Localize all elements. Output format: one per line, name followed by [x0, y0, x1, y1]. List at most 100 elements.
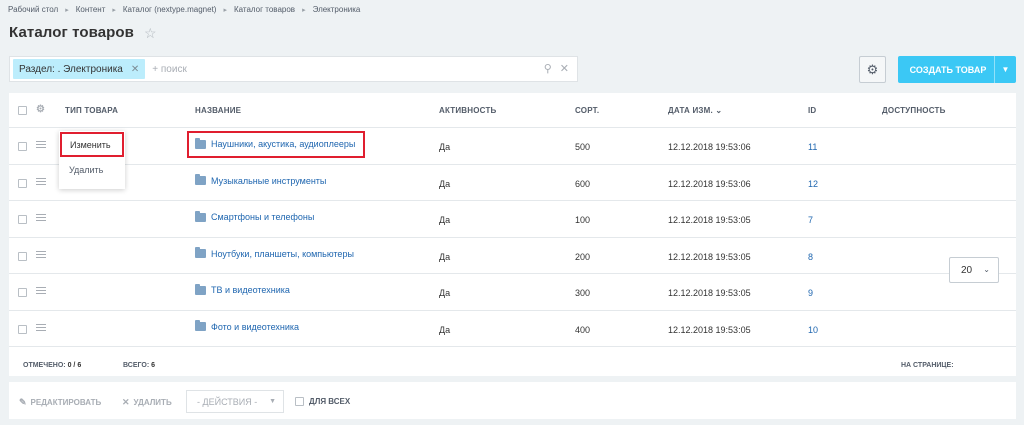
row-checkbox[interactable] [18, 178, 27, 188]
column-header-date-label: ДАТА ИЗМ. [668, 106, 713, 115]
chevron-down-icon: ▼ [269, 398, 276, 405]
table-row[interactable]: Ноутбуки, планшеты, компьютеры Да 200 12… [9, 238, 1016, 274]
per-page-select[interactable]: 20 ⌄ [949, 257, 999, 283]
row-id[interactable]: 9 [808, 288, 813, 298]
column-header-type[interactable]: ТИП ТОВАРА [65, 106, 118, 115]
menu-icon[interactable] [36, 250, 46, 260]
menu-icon[interactable] [36, 214, 46, 223]
row-active: Да [439, 142, 451, 152]
close-icon[interactable]: ✕ [131, 64, 139, 75]
chevron-down-icon[interactable]: ▼ [994, 56, 1016, 83]
table-footer: ОТМЕЧЕНО: 0 / 6 ВСЕГО: 6 НА СТРАНИЦЕ: [9, 347, 1016, 376]
menu-icon[interactable] [36, 323, 46, 333]
row-date: 12.12.2018 19:53:05 [668, 251, 751, 262]
per-page-value: 20 [961, 264, 973, 276]
table-row[interactable]: Наушники, акустика, аудиоплееры Да 500 1… [9, 128, 1016, 165]
star-icon[interactable]: ☆ [144, 26, 157, 40]
column-header-name[interactable]: НАЗВАНИЕ [195, 106, 241, 115]
row-date: 12.12.2018 19:53:05 [668, 215, 751, 225]
row-name[interactable]: Ноутбуки, планшеты, компьютеры [211, 249, 354, 259]
row-id[interactable]: 10 [808, 325, 818, 335]
product-table: ⚙ ТИП ТОВАРА НАЗВАНИЕ АКТИВНОСТЬ СОРТ. Д… [9, 93, 1016, 376]
row-name[interactable]: Фото и видеотехника [211, 322, 299, 332]
row-id[interactable]: 7 [808, 215, 813, 225]
row-active: Да [439, 288, 451, 298]
actions-label: - ДЕЙСТВИЯ - [197, 396, 258, 407]
delete-button[interactable]: ✕ УДАЛИТЬ [122, 397, 172, 408]
menu-item-edit[interactable]: Изменить [60, 132, 124, 157]
edit-button[interactable]: ✎ РЕДАКТИРОВАТЬ [19, 397, 101, 408]
search-filter[interactable]: Раздел: . Электроника ✕ + поиск ⚲ ✕ [9, 56, 578, 82]
actions-select[interactable]: - ДЕЙСТВИЯ - ▼ [186, 390, 284, 413]
row-active: Да [439, 215, 451, 225]
name-cell[interactable]: Наушники, акустика, аудиоплееры [195, 137, 355, 149]
create-product-button[interactable]: СОЗДАТЬ ТОВАР ▼ [898, 56, 1016, 83]
row-id[interactable]: 11 [808, 142, 817, 152]
row-sort: 400 [575, 324, 591, 335]
context-menu: Изменить Удалить [59, 131, 125, 189]
row-sort: 300 [575, 288, 591, 298]
menu-item-delete[interactable]: Удалить [69, 165, 103, 175]
delete-label: УДАЛИТЬ [133, 398, 172, 407]
column-header-active[interactable]: АКТИВНОСТЬ [439, 106, 497, 115]
filter-tag[interactable]: Раздел: . Электроника ✕ [13, 59, 146, 79]
menu-icon[interactable] [36, 141, 46, 150]
table-row[interactable]: Музыкальные инструменты Да 600 12.12.201… [9, 165, 1016, 201]
table-row[interactable]: Фото и видеотехника Да 400 12.12.2018 19… [9, 311, 1016, 347]
row-name[interactable]: Смартфоны и телефоны [211, 212, 314, 222]
folder-icon [195, 283, 206, 295]
row-checkbox[interactable] [18, 215, 27, 224]
column-header-id[interactable]: ID [808, 106, 816, 115]
name-cell[interactable]: Фото и видеотехника [195, 320, 299, 332]
row-name[interactable]: Музыкальные инструменты [211, 176, 326, 186]
filter-tag-label: Раздел: . Электроника [19, 63, 123, 75]
menu-icon[interactable] [36, 287, 46, 296]
row-checkbox[interactable] [18, 324, 27, 334]
row-id[interactable]: 8 [808, 252, 813, 262]
row-active: Да [439, 178, 451, 189]
breadcrumb-item[interactable]: Электроника [313, 5, 361, 14]
breadcrumb-item[interactable]: Рабочий стол [8, 5, 58, 14]
row-name[interactable]: Наушники, акустика, аудиоплееры [211, 139, 355, 149]
row-id[interactable]: 12 [808, 179, 818, 189]
gear-icon[interactable]: ⚙ [36, 104, 45, 115]
breadcrumb-item[interactable]: Контент [76, 5, 106, 14]
table-row[interactable]: Смартфоны и телефоны Да 100 12.12.2018 1… [9, 201, 1016, 238]
folder-icon [195, 320, 206, 331]
row-name[interactable]: ТВ и видеотехника [211, 285, 290, 295]
menu-icon[interactable] [36, 177, 46, 187]
for-all-checkbox[interactable] [295, 397, 304, 406]
edit-label: РЕДАКТИРОВАТЬ [30, 398, 102, 407]
name-cell[interactable]: Ноутбуки, планшеты, компьютеры [195, 247, 354, 259]
name-cell[interactable]: ТВ и видеотехника [195, 283, 290, 295]
chevron-right-icon: ▸ [112, 6, 116, 14]
search-input[interactable]: + поиск [152, 64, 187, 75]
settings-button[interactable]: ⚙ [859, 56, 886, 83]
for-all-toggle[interactable]: ДЛЯ ВСЕХ [295, 397, 350, 406]
column-header-availability[interactable]: ДОСТУПНОСТЬ [882, 106, 946, 115]
close-icon: ✕ [122, 397, 130, 407]
clear-icon[interactable]: ✕ [560, 62, 569, 75]
name-cell[interactable]: Музыкальные инструменты [195, 174, 326, 186]
table-row[interactable]: ТВ и видеотехника Да 300 12.12.2018 19:5… [9, 274, 1016, 311]
selected-value: 0 / 6 [67, 362, 82, 369]
row-sort: 500 [575, 142, 591, 152]
chevron-down-icon: ⌄ [715, 106, 723, 115]
name-cell[interactable]: Смартфоны и телефоны [195, 210, 314, 222]
for-all-label: ДЛЯ ВСЕХ [309, 397, 351, 406]
breadcrumb-item[interactable]: Каталог товаров [234, 5, 295, 14]
breadcrumb-item[interactable]: Каталог (nextype.magnet) [123, 5, 217, 14]
total-label: ВСЕГО: [123, 362, 150, 369]
row-active: Да [439, 324, 451, 335]
row-checkbox[interactable] [18, 251, 27, 261]
gear-icon: ⚙ [866, 61, 879, 77]
column-header-sort[interactable]: СОРТ. [575, 106, 599, 115]
column-header-date[interactable]: ДАТА ИЗМ. ⌄ [668, 106, 722, 115]
row-checkbox[interactable] [18, 288, 27, 297]
table-header: ⚙ ТИП ТОВАРА НАЗВАНИЕ АКТИВНОСТЬ СОРТ. Д… [9, 93, 1016, 128]
row-active: Да [439, 251, 451, 262]
search-icon[interactable]: ⚲ [544, 62, 552, 75]
folder-icon [195, 247, 206, 258]
select-all-checkbox[interactable] [18, 106, 27, 115]
row-checkbox[interactable] [18, 142, 27, 151]
